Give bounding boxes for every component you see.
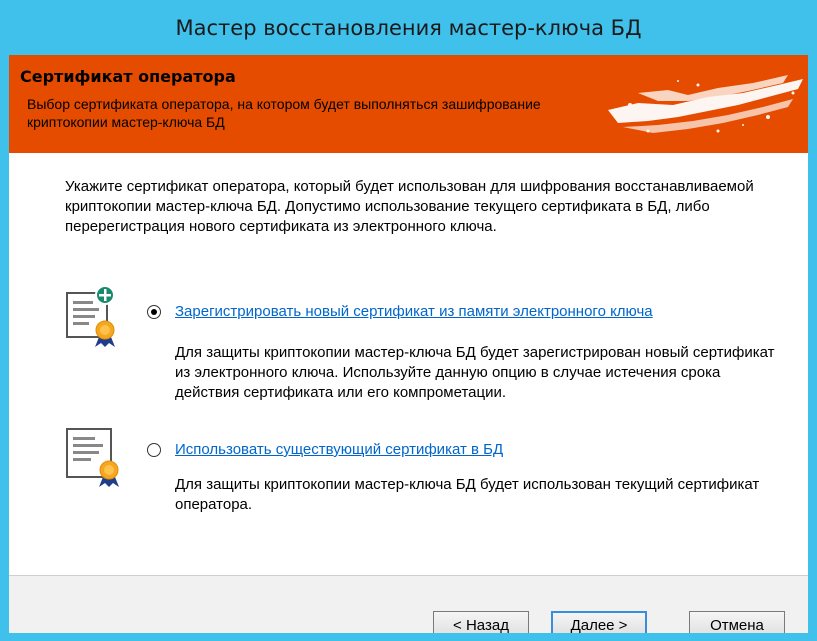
next-button[interactable]: Далее >	[551, 611, 647, 633]
wizard-client-area: Сертификат оператора Выбор сертификата о…	[9, 55, 808, 633]
intro-text: Укажите сертификат оператора, который бу…	[65, 178, 754, 235]
option-existing-certificate-radio[interactable]	[147, 443, 161, 457]
banner-title: Сертификат оператора	[20, 67, 236, 86]
window-title: Мастер восстановления мастер-ключа БД	[175, 15, 642, 40]
option-existing-certificate-link[interactable]: Использовать существующий сертификат в Б…	[175, 441, 503, 458]
back-button[interactable]: < Назад	[433, 611, 529, 633]
option-new-certificate-link[interactable]: Зарегистрировать новый сертификат из пам…	[175, 303, 653, 320]
header-banner: Сертификат оператора Выбор сертификата о…	[9, 55, 808, 153]
certificate-icon	[66, 428, 119, 487]
certificate-add-icon	[66, 285, 115, 347]
footer-separator	[9, 575, 808, 576]
wizard-content: Укажите сертификат оператора, который бу…	[9, 155, 808, 575]
wizard-window: Мастер восстановления мастер-ключа БД Се…	[0, 0, 817, 641]
banner-decoration-icon	[608, 75, 803, 133]
cancel-button[interactable]: Отмена	[689, 611, 785, 633]
option-existing-certificate-description: Для защиты криптокопии мастер-ключа БД б…	[175, 476, 760, 513]
option-new-certificate-radio[interactable]	[147, 305, 161, 319]
option-new-certificate-description: Для защиты криптокопии мастер-ключа БД б…	[175, 344, 775, 401]
banner-subtitle: Выбор сертификата оператора, на котором …	[27, 96, 541, 130]
